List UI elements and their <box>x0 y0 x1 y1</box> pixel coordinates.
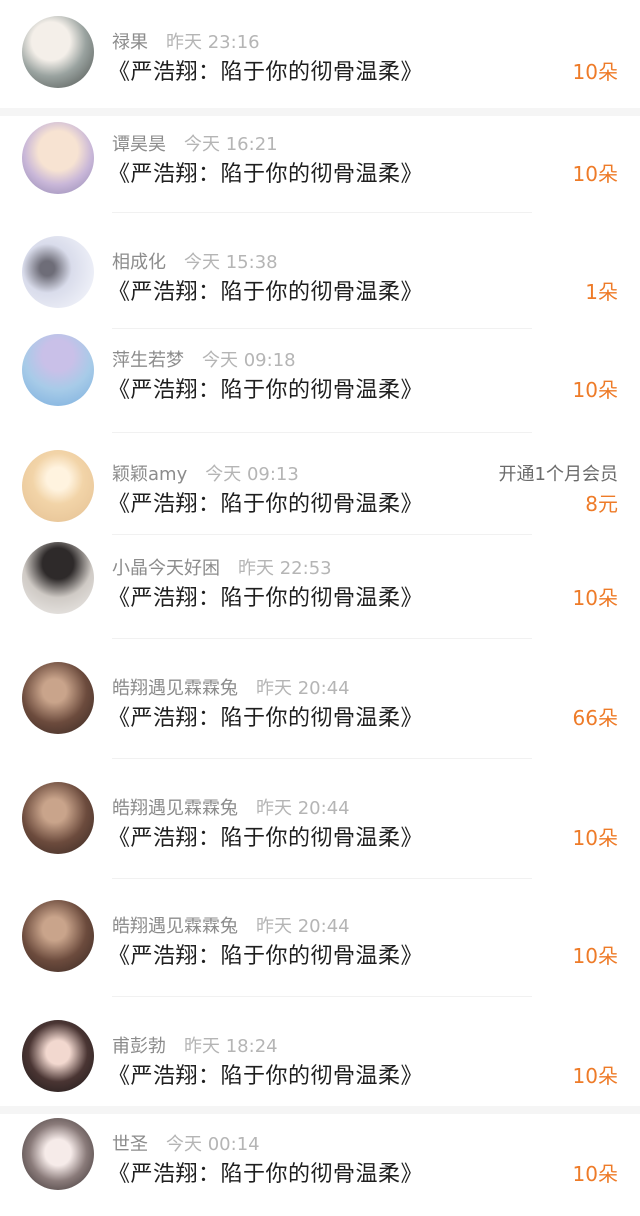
gift-amount: 10朵 <box>572 1064 618 1088</box>
timestamp: 今天 15:38 <box>184 252 278 273</box>
gift-amount: 66朵 <box>572 706 618 730</box>
user-name: 皓翔遇见霖霖兔 <box>112 798 238 819</box>
divider <box>0 108 640 116</box>
avatar[interactable] <box>22 1118 94 1190</box>
list-item[interactable]: 相成化 今天 15:38 《严浩翔：陷于你的彻骨温柔》 1朵 <box>0 236 640 328</box>
book-title: 《严浩翔：陷于你的彻骨温柔》 <box>108 280 424 305</box>
timestamp: 昨天 18:24 <box>184 1036 278 1057</box>
list-item[interactable]: 萍生若梦 今天 09:18 《严浩翔：陷于你的彻骨温柔》 10朵 <box>0 334 640 426</box>
book-title: 《严浩翔：陷于你的彻骨温柔》 <box>108 944 424 969</box>
user-name: 禄果 <box>112 32 148 53</box>
book-title: 《严浩翔：陷于你的彻骨温柔》 <box>108 706 424 731</box>
gift-amount: 8元 <box>585 492 618 516</box>
list-item[interactable]: 颖颖amy 今天 09:13 开通1个月会员 《严浩翔：陷于你的彻骨温柔》 8元 <box>0 450 640 540</box>
user-name: 皓翔遇见霖霖兔 <box>112 678 238 699</box>
list-item[interactable]: 皓翔遇见霖霖兔 昨天 20:44 《严浩翔：陷于你的彻骨温柔》 66朵 <box>0 662 640 754</box>
avatar[interactable] <box>22 236 94 308</box>
user-name: 颖颖amy <box>112 464 188 485</box>
divider <box>112 328 532 329</box>
divider <box>112 878 532 879</box>
membership-note: 开通1个月会员 <box>498 464 618 485</box>
avatar[interactable] <box>22 1020 94 1092</box>
book-title: 《严浩翔：陷于你的彻骨温柔》 <box>108 1162 424 1187</box>
avatar[interactable] <box>22 122 94 194</box>
book-title: 《严浩翔：陷于你的彻骨温柔》 <box>108 492 424 517</box>
avatar[interactable] <box>22 334 94 406</box>
divider <box>112 534 532 535</box>
list-item[interactable]: 世圣 今天 00:14 《严浩翔：陷于你的彻骨温柔》 10朵 <box>0 1118 640 1210</box>
user-name: 萍生若梦 <box>112 350 184 371</box>
list-item[interactable]: 禄果 昨天 23:16 《严浩翔：陷于你的彻骨温柔》 10朵 <box>0 16 640 108</box>
avatar[interactable] <box>22 16 94 88</box>
list-item[interactable]: 甫彭勃 昨天 18:24 《严浩翔：陷于你的彻骨温柔》 10朵 <box>0 1020 640 1112</box>
gift-amount: 10朵 <box>572 944 618 968</box>
timestamp: 昨天 20:44 <box>256 678 350 699</box>
book-title: 《严浩翔：陷于你的彻骨温柔》 <box>108 586 424 611</box>
timestamp: 今天 00:14 <box>166 1134 260 1155</box>
timestamp: 昨天 20:44 <box>256 916 350 937</box>
divider <box>112 212 532 213</box>
user-name: 谭昊昊 <box>112 134 166 155</box>
avatar[interactable] <box>22 782 94 854</box>
user-name: 相成化 <box>112 252 166 273</box>
book-title: 《严浩翔：陷于你的彻骨温柔》 <box>108 162 424 187</box>
gift-amount: 10朵 <box>572 162 618 186</box>
timestamp: 昨天 22:53 <box>238 558 332 579</box>
timestamp: 昨天 23:16 <box>166 32 260 53</box>
divider <box>112 638 532 639</box>
timestamp: 昨天 20:44 <box>256 798 350 819</box>
gift-amount: 10朵 <box>572 1162 618 1186</box>
book-title: 《严浩翔：陷于你的彻骨温柔》 <box>108 1064 424 1089</box>
avatar[interactable] <box>22 450 94 522</box>
gift-amount: 10朵 <box>572 826 618 850</box>
book-title: 《严浩翔：陷于你的彻骨温柔》 <box>108 378 424 403</box>
avatar[interactable] <box>22 900 94 972</box>
avatar[interactable] <box>22 542 94 614</box>
divider <box>112 996 532 997</box>
user-name: 皓翔遇见霖霖兔 <box>112 916 238 937</box>
user-name: 世圣 <box>112 1134 148 1155</box>
timestamp: 今天 16:21 <box>184 134 278 155</box>
list-item[interactable]: 皓翔遇见霖霖兔 昨天 20:44 《严浩翔：陷于你的彻骨温柔》 10朵 <box>0 782 640 874</box>
user-name: 小晶今天好困 <box>112 558 220 579</box>
list-item[interactable]: 皓翔遇见霖霖兔 昨天 20:44 《严浩翔：陷于你的彻骨温柔》 10朵 <box>0 900 640 992</box>
user-name: 甫彭勃 <box>112 1036 166 1057</box>
avatar[interactable] <box>22 662 94 734</box>
book-title: 《严浩翔：陷于你的彻骨温柔》 <box>108 826 424 851</box>
divider <box>112 758 532 759</box>
gift-amount: 10朵 <box>572 60 618 84</box>
divider <box>112 432 532 433</box>
timestamp: 今天 09:13 <box>205 464 299 485</box>
gift-amount: 10朵 <box>572 378 618 402</box>
list-item[interactable]: 谭昊昊 今天 16:21 《严浩翔：陷于你的彻骨温柔》 10朵 <box>0 122 640 210</box>
gift-amount: 1朵 <box>585 280 618 304</box>
divider <box>0 1106 640 1114</box>
list-item[interactable]: 小晶今天好困 昨天 22:53 《严浩翔：陷于你的彻骨温柔》 10朵 <box>0 542 640 634</box>
timestamp: 今天 09:18 <box>202 350 296 371</box>
book-title: 《严浩翔：陷于你的彻骨温柔》 <box>108 60 424 85</box>
gift-amount: 10朵 <box>572 586 618 610</box>
